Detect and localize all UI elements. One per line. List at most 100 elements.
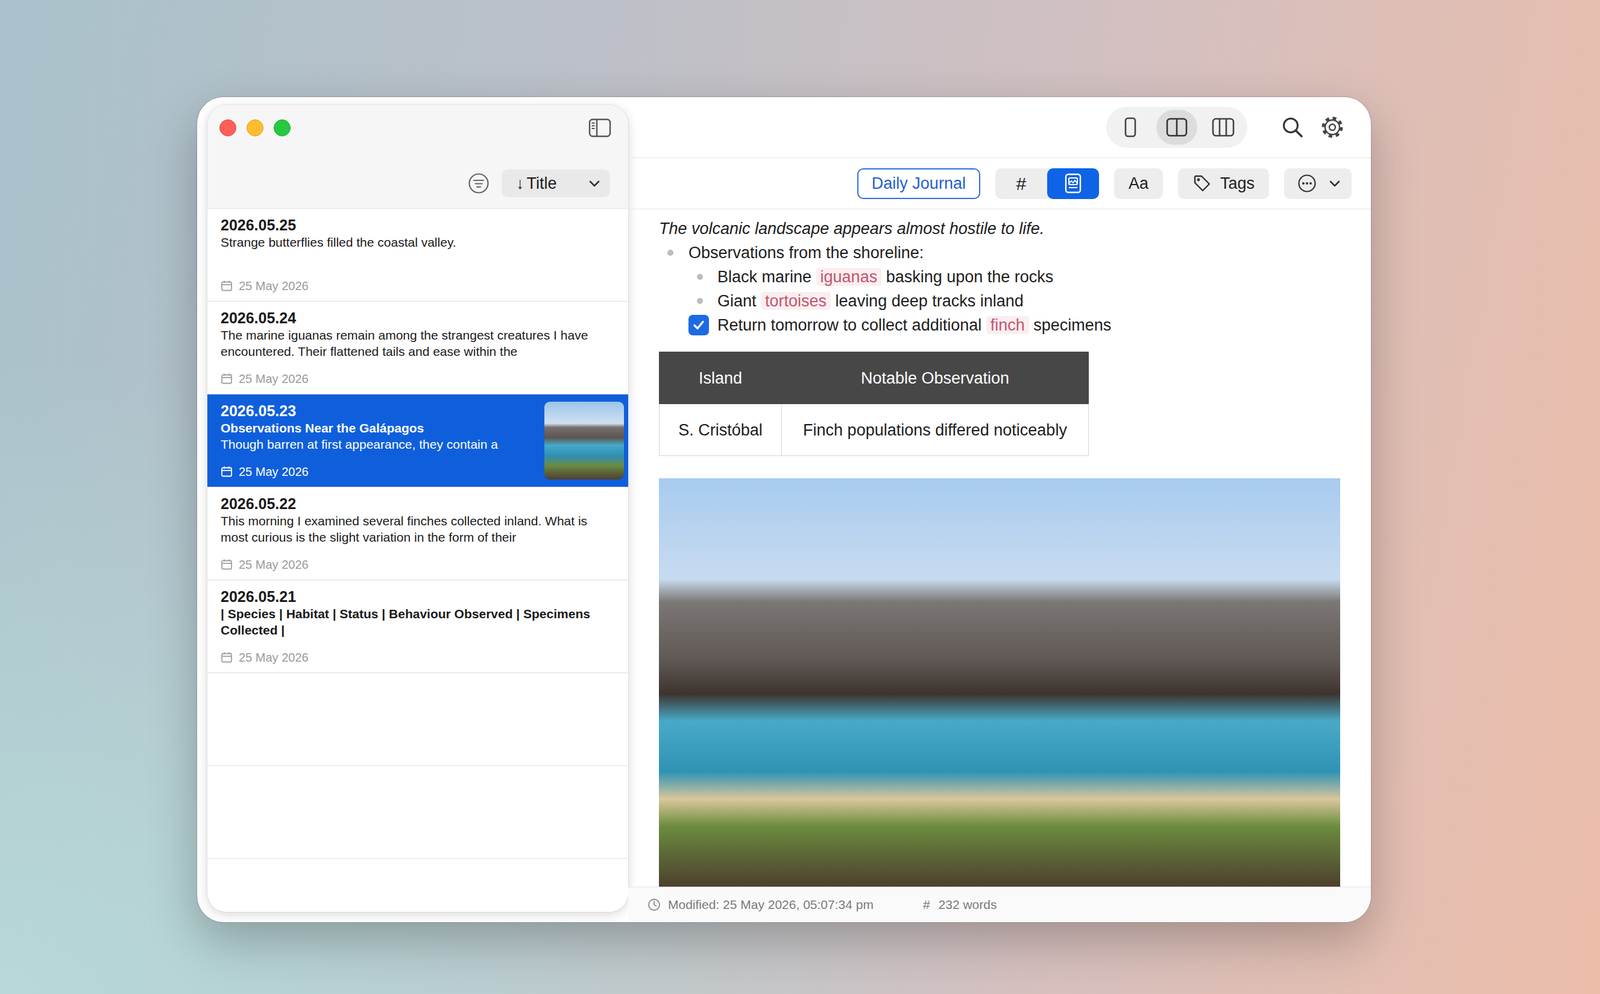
note-date: 25 May 2026 [220,645,624,665]
table-cell: Finch populations differed noticeably [781,403,1089,456]
note-item[interactable]: 2026.05.22This morning I examined severa… [207,487,629,580]
note-title: 2026.05.23 [220,401,538,420]
tag-chip[interactable]: finch [986,315,1030,334]
note-item[interactable]: 2026.05.24The marine iguanas remain amon… [207,301,629,395]
clock-icon [647,897,661,911]
heading-button[interactable]: # [995,168,1048,199]
note-item[interactable]: 2026.05.23Observations Near the Galápago… [207,394,629,488]
text-run: Black marine [717,267,817,286]
words-text: 232 words [938,894,998,914]
table-header-row: IslandNotable Observation [659,352,1089,404]
note-excerpt: | Species | Habitat | Status | Behaviour… [220,605,624,638]
empty-row [207,672,629,766]
media-button[interactable] [1047,168,1100,199]
note-excerpt: This morning I examined several finches … [220,512,624,545]
note-excerpt: Strange butterflies filled the coastal v… [220,233,624,251]
note-heading: Observations Near the Galápagos [220,419,538,436]
note-title: 2026.05.22 [220,494,624,513]
note-item[interactable]: 2026.05.21| Species | Habitat | Status |… [207,579,629,673]
note-editor[interactable]: The volcanic landscape appears almost ho… [628,209,1371,887]
bullet-dot [667,249,674,256]
triple-pane-icon [1211,116,1236,139]
settings-button[interactable] [1317,112,1348,143]
notebook-button[interactable]: Daily Journal [857,168,981,199]
search-button[interactable] [1277,112,1308,143]
column-header: Notable Observation [781,352,1089,404]
date-text: 25 May 2026 [238,556,309,573]
landscape-photo [658,478,1341,887]
observation-table: IslandNotable ObservationS. CristóbalFin… [658,351,1089,456]
text-run: leaving deep tracks inland [830,291,1024,310]
note-date: 25 May 2026 [220,459,538,480]
single-pane-icon [1123,116,1138,139]
tags-button[interactable]: Tags [1177,168,1270,199]
words-symbol: # [922,894,931,914]
bullet-dot [696,297,703,304]
note-title: 2026.05.25 [220,215,624,234]
table-row: S. CristóbalFinch populations differed n… [659,403,1089,456]
desktop: ↓Title 2026.05.25Strange butterflies fil… [0,0,1600,994]
note-title: 2026.05.21 [220,587,624,606]
calendar-icon [220,558,233,571]
chevron-down-icon [588,179,601,188]
content-line[interactable]: Giant tortoises leaving deep tracks inla… [658,288,1341,313]
date-text: 25 May 2026 [238,370,309,387]
notes-window: ↓Title 2026.05.25Strange butterflies fil… [197,97,1371,922]
view-mode-button[interactable] [1156,109,1198,145]
close-button[interactable] [219,119,237,137]
date-text: 25 May 2026 [238,463,309,480]
view-mode-button[interactable] [1202,109,1244,145]
text-run: Return tomorrow to collect additional [717,315,987,334]
content-line[interactable]: Return tomorrow to collect additional fi… [658,312,1341,338]
text-run: specimens [1029,315,1112,334]
date-text: 25 May 2026 [238,277,309,294]
status-bar: Modified: 25 May 2026, 05:07:34 pm #232 w… [628,886,1371,922]
sidebar-toggle-icon[interactable] [588,118,612,138]
search-icon [1281,115,1304,139]
bullet-dot [696,273,703,280]
filter-icon[interactable] [467,172,490,195]
tag-chip[interactable]: tortoises [760,291,831,310]
task-checkbox[interactable] [688,314,709,336]
note-date: 25 May 2026 [220,552,624,573]
split-pane-icon [1165,116,1189,139]
minimize-button[interactable] [246,119,264,137]
calendar-icon [220,279,233,292]
sort-button[interactable]: ↓Title [501,169,611,198]
note-excerpt: The marine iguanas remain among the stra… [220,326,624,360]
note-date: 25 May 2026 [220,367,624,387]
content-line[interactable]: Black marine iguanas basking upon the ro… [658,264,1341,289]
note-item[interactable]: 2026.05.25Strange butterflies filled the… [207,208,629,302]
calendar-icon [220,372,233,385]
zoom-button[interactable] [273,119,291,137]
view-mode-button[interactable] [1109,109,1151,145]
modified-time: Modified: 25 May 2026, 05:07:34 pm [667,894,874,914]
font-button[interactable]: Aa [1114,168,1163,199]
sidebar: ↓Title 2026.05.25Strange butterflies fil… [207,104,629,912]
sort-arrow: ↓ [516,171,525,196]
window-toolbar [628,97,1371,158]
chevron-down-icon [1328,179,1341,188]
checkmark-icon [691,317,706,333]
content-line[interactable]: The volcanic landscape appears almost ho… [658,216,1341,241]
text-run: basking upon the rocks [881,267,1054,286]
text-run: Observations from the shoreline: [688,243,924,262]
tag-icon [1192,173,1212,193]
note-thumbnail [544,401,624,480]
date-text: 25 May 2026 [238,649,309,665]
empty-row [207,765,629,859]
more-button[interactable] [1284,168,1352,199]
view-mode-switch [1106,106,1248,148]
more-icon [1297,173,1317,193]
note-list: 2026.05.25Strange butterflies filled the… [207,207,629,912]
note-date: 25 May 2026 [220,274,624,294]
gear-icon [1320,115,1345,140]
note-excerpt: Though barren at first appearance, they … [220,435,538,453]
text-run: Giant [717,291,761,310]
tag-chip[interactable]: iguanas [816,267,882,286]
content-line[interactable]: Observations from the shoreline: [658,240,1341,265]
image-icon [1064,173,1083,194]
heading-label: # [1016,170,1027,198]
tags-label: Tags [1220,171,1255,196]
text-run: The volcanic landscape appears almost ho… [658,219,1045,238]
